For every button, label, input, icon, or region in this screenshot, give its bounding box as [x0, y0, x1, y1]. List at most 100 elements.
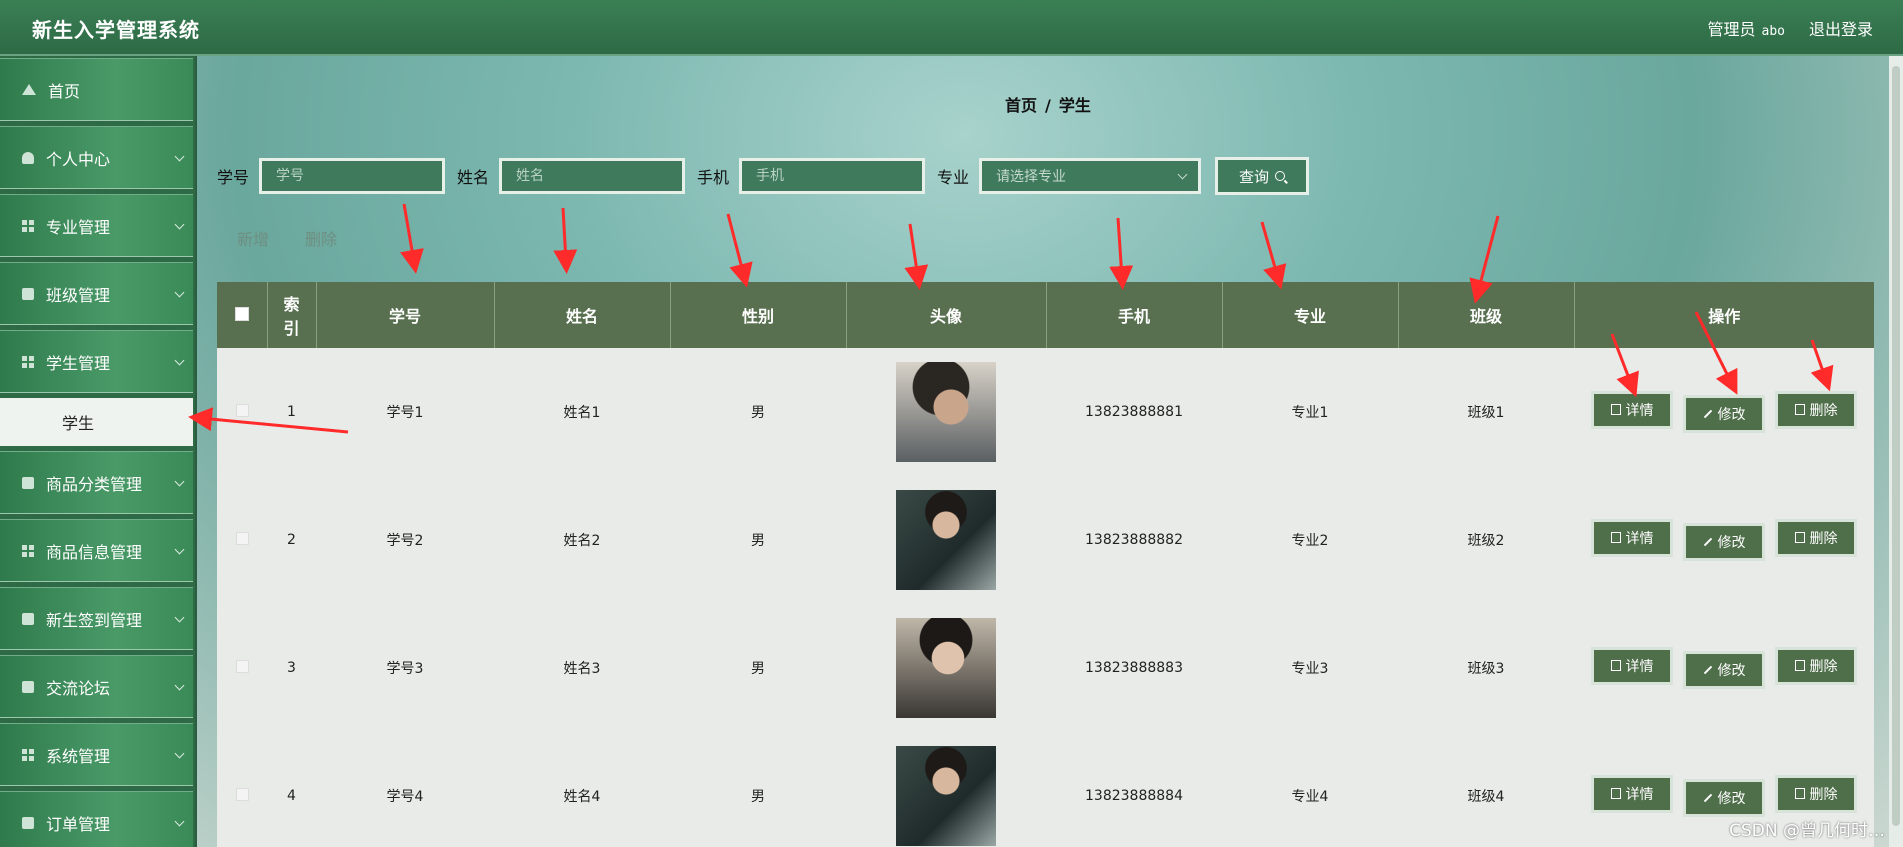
breadcrumb: 首页 / 学生 — [1005, 92, 1091, 116]
cell-name: 姓名2 — [563, 533, 601, 549]
chevron-down-icon — [174, 612, 185, 623]
sidebar-item-label: 个人中心 — [46, 149, 111, 169]
sidebar-subitem-student[interactable]: 学生 — [0, 398, 193, 446]
chevron-down-icon — [1177, 169, 1188, 179]
edit-button[interactable]: 修改 — [1683, 779, 1765, 818]
detail-button[interactable]: 详情 — [1591, 518, 1673, 557]
cell-student-id: 学号1 — [386, 405, 424, 421]
avatar — [896, 362, 996, 462]
col-class: 班级 — [1398, 282, 1575, 348]
sidebar-subitem-label: 学生 — [62, 414, 95, 433]
clipboard-icon — [22, 680, 34, 693]
sidebar-item-system[interactable]: 系统管理 — [0, 723, 193, 786]
cup-icon — [22, 612, 34, 625]
cell-major: 专业2 — [1291, 533, 1329, 549]
table-row: 4 学号4 姓名4 男 13823888884 专业4 班级4 详情 修改 删除 — [217, 732, 1874, 847]
sidebar-item-label: 系统管理 — [46, 746, 111, 766]
trash-icon — [1794, 532, 1805, 544]
app-title: 新生入学管理系统 — [32, 18, 200, 42]
name-input[interactable] — [499, 158, 686, 194]
edit-button[interactable]: 修改 — [1683, 651, 1765, 690]
phone-input[interactable] — [739, 158, 926, 194]
role-label: 管理员 — [1707, 20, 1756, 39]
avatar — [896, 490, 996, 590]
select-all-checkbox[interactable] — [234, 306, 249, 321]
detail-button[interactable]: 详情 — [1591, 646, 1673, 685]
row-checkbox[interactable] — [235, 659, 249, 673]
delete-button[interactable]: 删除 — [1775, 390, 1857, 429]
sidebar-item-label: 专业管理 — [46, 217, 111, 237]
delete-button[interactable]: 删除 — [1775, 774, 1857, 813]
logout-link[interactable]: 退出登录 — [1809, 16, 1873, 40]
username: abo — [1761, 24, 1785, 39]
cell-index: 4 — [287, 788, 296, 804]
top-right-area: 管理员 abo 退出登录 — [1707, 16, 1873, 40]
trash-icon — [1794, 788, 1805, 800]
edit-button[interactable]: 修改 — [1683, 523, 1765, 562]
cell-phone: 13823888883 — [1085, 660, 1183, 676]
document-icon — [1610, 660, 1621, 672]
vertical-scrollbar[interactable] — [1889, 56, 1903, 847]
name-label: 姓名 — [457, 168, 490, 187]
col-avatar: 头像 — [846, 282, 1047, 348]
sidebar-item-orders[interactable]: 订单管理 — [0, 791, 193, 847]
cell-name: 姓名1 — [563, 405, 601, 421]
student-table: 索引 学号 姓名 性别 头像 手机 专业 班级 操作 1 学号1 姓名1 男 1… — [217, 282, 1874, 847]
sidebar-item-label: 商品信息管理 — [46, 542, 143, 562]
sidebar-item-label: 新生签到管理 — [46, 610, 143, 630]
pencil-icon — [1703, 794, 1712, 803]
row-checkbox[interactable] — [235, 787, 249, 801]
sidebar-item-label: 首页 — [48, 81, 81, 101]
sidebar-item-product-category[interactable]: 商品分类管理 — [0, 451, 193, 514]
sidebar-item-class-management[interactable]: 班级管理 — [0, 262, 193, 325]
major-select[interactable]: 请选择专业 — [979, 158, 1202, 194]
home-icon — [22, 84, 36, 95]
sidebar-item-label: 学生管理 — [46, 353, 111, 373]
sidebar-item-label: 订单管理 — [46, 814, 111, 834]
add-button[interactable]: 新增 — [237, 226, 269, 250]
grid-icon — [22, 748, 34, 761]
sidebar-item-product-info[interactable]: 商品信息管理 — [0, 519, 193, 582]
sidebar-item-label: 商品分类管理 — [46, 474, 143, 494]
cell-class: 班级3 — [1467, 661, 1505, 677]
batch-delete-button[interactable]: 删除 — [305, 226, 337, 250]
sidebar-item-major-management[interactable]: 专业管理 — [0, 194, 193, 257]
cell-major: 专业3 — [1291, 661, 1329, 677]
cell-class: 班级1 — [1467, 405, 1505, 421]
row-checkbox[interactable] — [235, 403, 249, 417]
sidebar-item-personal-center[interactable]: 个人中心 — [0, 126, 193, 189]
cell-gender: 男 — [751, 533, 765, 549]
chevron-down-icon — [174, 680, 185, 691]
document-icon — [1610, 788, 1621, 800]
sidebar-item-label: 交流论坛 — [46, 678, 111, 698]
chevron-down-icon — [174, 219, 185, 230]
edit-button[interactable]: 修改 — [1683, 395, 1765, 434]
cell-phone: 13823888884 — [1085, 788, 1183, 804]
breadcrumb-home[interactable]: 首页 — [1005, 96, 1037, 115]
cell-student-id: 学号2 — [386, 533, 424, 549]
query-button[interactable]: 查询 — [1215, 157, 1310, 195]
row-checkbox[interactable] — [235, 531, 249, 545]
breadcrumb-current: 学生 — [1058, 96, 1091, 115]
sidebar-item-forum[interactable]: 交流论坛 — [0, 655, 193, 718]
detail-button[interactable]: 详情 — [1591, 390, 1673, 429]
cell-gender: 男 — [751, 661, 765, 677]
delete-button[interactable]: 删除 — [1775, 646, 1857, 685]
scroll-thumb[interactable] — [1892, 66, 1900, 826]
admin-info[interactable]: 管理员 abo — [1707, 16, 1785, 40]
sidebar-item-checkin[interactable]: 新生签到管理 — [0, 587, 193, 650]
chevron-down-icon — [174, 287, 185, 298]
sidebar-item-student-management[interactable]: 学生管理 — [0, 330, 193, 393]
cell-index: 2 — [287, 532, 296, 548]
cell-student-id: 学号3 — [386, 661, 424, 677]
delete-button[interactable]: 删除 — [1775, 518, 1857, 557]
cell-major: 专业1 — [1291, 405, 1329, 421]
sidebar-item-home[interactable]: 首页 — [0, 58, 193, 121]
chevron-down-icon — [174, 355, 185, 366]
detail-button[interactable]: 详情 — [1591, 774, 1673, 813]
briefcase-icon — [22, 287, 34, 300]
cell-name: 姓名3 — [563, 661, 601, 677]
pencil-icon — [1703, 666, 1712, 675]
cell-class: 班级4 — [1467, 789, 1505, 805]
student-id-input[interactable] — [259, 158, 446, 194]
